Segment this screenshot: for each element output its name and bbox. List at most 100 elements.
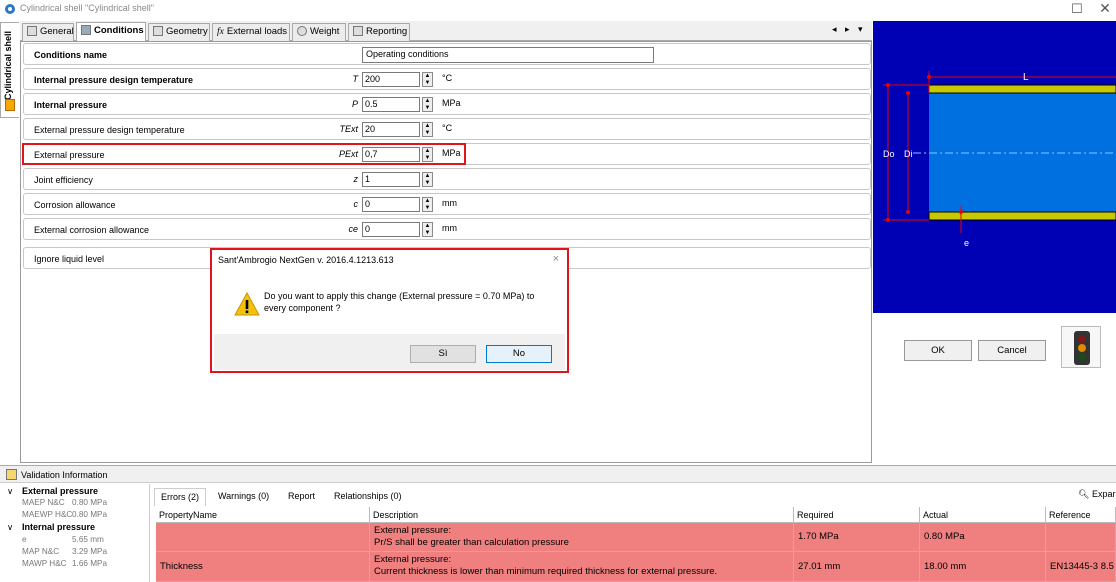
side-tab-cylindrical-shell[interactable]: Cylindrical shell <box>0 22 19 118</box>
spinner-arrows-icon[interactable]: ▲ ▼ <box>422 122 433 137</box>
field-symbol: c <box>353 199 359 209</box>
field-input[interactable]: 1 <box>362 172 420 187</box>
shell-wall-top <box>928 84 1116 94</box>
field-label: Corrosion allowance <box>34 200 116 210</box>
shell-icon <box>5 99 15 111</box>
validation-title: Validation Information <box>21 470 108 480</box>
description-line: Pr/S shall be greater than calculation p… <box>374 537 569 548</box>
traffic-light-icon <box>1074 331 1090 365</box>
validation-header: Validation Information <box>0 465 1116 483</box>
row-external-pressure-design-temperature: External pressure design temperature TExt… <box>23 118 871 140</box>
dialog-footer: Sì No <box>214 334 565 370</box>
row-external-corrosion-allowance: External corrosion allowance ce 0 ▲ ▼ mm <box>23 218 871 240</box>
ok-button[interactable]: OK <box>904 340 972 361</box>
tab-weight[interactable]: Weight <box>292 23 346 41</box>
tab-reporting[interactable]: Reporting <box>348 23 410 41</box>
cell-description[interactable]: External pressure: Current thickness is l… <box>370 552 794 582</box>
field-symbol: T <box>352 74 359 84</box>
dim-dot-3 <box>906 91 910 95</box>
label-do: Do <box>883 149 895 159</box>
geometry-tab-icon <box>153 26 163 36</box>
cell-reference[interactable]: EN13445-3 8.5 <box>1046 552 1116 582</box>
tab-conditions[interactable]: Conditions <box>76 22 146 42</box>
field-label: Joint efficiency <box>34 175 93 185</box>
col-header-description[interactable]: Description <box>370 507 794 523</box>
field-input[interactable]: 20 <box>362 122 420 137</box>
tree-item-value: 5.65 mm <box>72 535 104 544</box>
cell-property[interactable] <box>156 523 370 552</box>
tree-node-external-pressure[interactable]: External pressure <box>22 486 98 496</box>
window-title: Cylindrical shell "Cylindrical shell" <box>20 3 154 13</box>
row-internal-pressure-design-temperature: Internal pressure design temperature T 200… <box>23 68 871 90</box>
row-internal-pressure: Internal pressure P 0.5 ▲ ▼ MPa <box>23 93 871 115</box>
cell-required[interactable]: 1.70 MPa <box>794 523 920 552</box>
description-line: External pressure: <box>374 554 452 565</box>
cell-actual[interactable]: 18.00 mm <box>920 552 1046 582</box>
tab-warnings[interactable]: Warnings (0) <box>212 488 275 506</box>
cell-reference[interactable] <box>1046 523 1116 552</box>
dim-dot-4 <box>906 210 910 214</box>
spinner-arrows-icon[interactable]: ▲ ▼ <box>422 97 433 112</box>
tab-geometry[interactable]: Geometry <box>148 23 210 41</box>
tab-relationships[interactable]: Relationships (0) <box>328 488 408 506</box>
title-bar: Cylindrical shell "Cylindrical shell" ☐ … <box>0 0 1116 19</box>
tab-external-loads[interactable]: fx External loads <box>212 23 290 41</box>
dialog-close-icon[interactable]: × <box>553 253 559 265</box>
cancel-button[interactable]: Cancel <box>978 340 1046 361</box>
field-label: External pressure design temperature <box>34 125 185 135</box>
expand-external-icon[interactable]: ∨ <box>7 486 13 497</box>
label-e: e <box>964 238 969 248</box>
field-input[interactable]: 200 <box>362 72 420 87</box>
conditions-tab-icon <box>81 25 91 35</box>
tree-item-value: 0.80 MPa <box>72 510 108 519</box>
spinner-arrows-icon[interactable]: ▲ ▼ <box>422 72 433 87</box>
expand-internal-icon[interactable]: ∨ <box>7 522 13 533</box>
field-input[interactable]: 0 <box>362 222 420 237</box>
traffic-light-button[interactable] <box>1061 326 1101 368</box>
field-input[interactable]: 0.5 <box>362 97 420 112</box>
tree-item-value: 3.29 MPa <box>72 547 108 556</box>
app-icon <box>5 4 15 14</box>
dialog-title: Sant'Ambrogio NextGen v. 2016.4.1213.613 <box>218 255 394 265</box>
col-header-required[interactable]: Required <box>794 507 920 523</box>
maximize-icon[interactable]: ☐ <box>1070 1 1084 17</box>
cell-property[interactable]: Thickness <box>156 552 370 582</box>
field-symbol: z <box>353 174 359 184</box>
col-header-property[interactable]: PropertyName <box>156 507 370 523</box>
cell-actual[interactable]: 0.80 MPa <box>920 523 1046 552</box>
tab-errors[interactable]: Errors (2) <box>154 488 206 506</box>
reporting-tab-icon <box>353 26 363 36</box>
no-button[interactable]: No <box>486 345 552 363</box>
tree-item-value: 0.80 MPa <box>72 498 108 507</box>
row-corrosion-allowance: Corrosion allowance c 0 ▲ ▼ mm <box>23 193 871 215</box>
dim-dot-2 <box>886 218 890 222</box>
field-input[interactable]: 0 <box>362 197 420 212</box>
errors-grid: PropertyName Description Required Actual… <box>156 507 1116 582</box>
col-header-reference[interactable]: Reference <box>1046 507 1116 523</box>
spinner-arrows-icon[interactable]: ▲ ▼ <box>422 222 433 237</box>
tree-item-label: e <box>22 535 27 544</box>
warning-icon <box>234 292 260 316</box>
cell-description[interactable]: External pressure: Pr/S shall be greater … <box>370 523 794 552</box>
expand-button[interactable]: 🔍︎ Expar <box>1078 489 1115 500</box>
tree-item-value: 1.66 MPa <box>72 559 108 568</box>
col-header-actual[interactable]: Actual <box>920 507 1046 523</box>
tree-item-label: MAWP H&C <box>22 559 67 568</box>
dim-dot-1 <box>886 83 890 87</box>
tab-scroll-arrows[interactable]: ◂ ▸ ▾ <box>832 24 866 35</box>
tree-node-internal-pressure[interactable]: Internal pressure <box>22 522 95 532</box>
tree-item-label: MAEWP H&C <box>22 510 73 519</box>
tab-report[interactable]: Report <box>282 488 321 506</box>
field-label: Internal pressure design temperature <box>34 75 194 85</box>
cell-required[interactable]: 27.01 mm <box>794 552 920 582</box>
highlight-external-pressure <box>22 143 466 165</box>
spinner-arrows-icon[interactable]: ▲ ▼ <box>422 197 433 212</box>
field-unit: °C <box>442 73 453 83</box>
tab-general[interactable]: General <box>22 23 74 41</box>
shell-drawing: L Do Di e <box>873 21 1116 313</box>
yes-button[interactable]: Sì <box>410 345 476 363</box>
tree-item-label: MAP N&C <box>22 547 60 556</box>
conditions-name-input[interactable]: Operating conditions <box>362 47 654 63</box>
spinner-arrows-icon[interactable]: ▲ ▼ <box>422 172 433 187</box>
close-icon[interactable]: ✕ <box>1098 0 1112 17</box>
